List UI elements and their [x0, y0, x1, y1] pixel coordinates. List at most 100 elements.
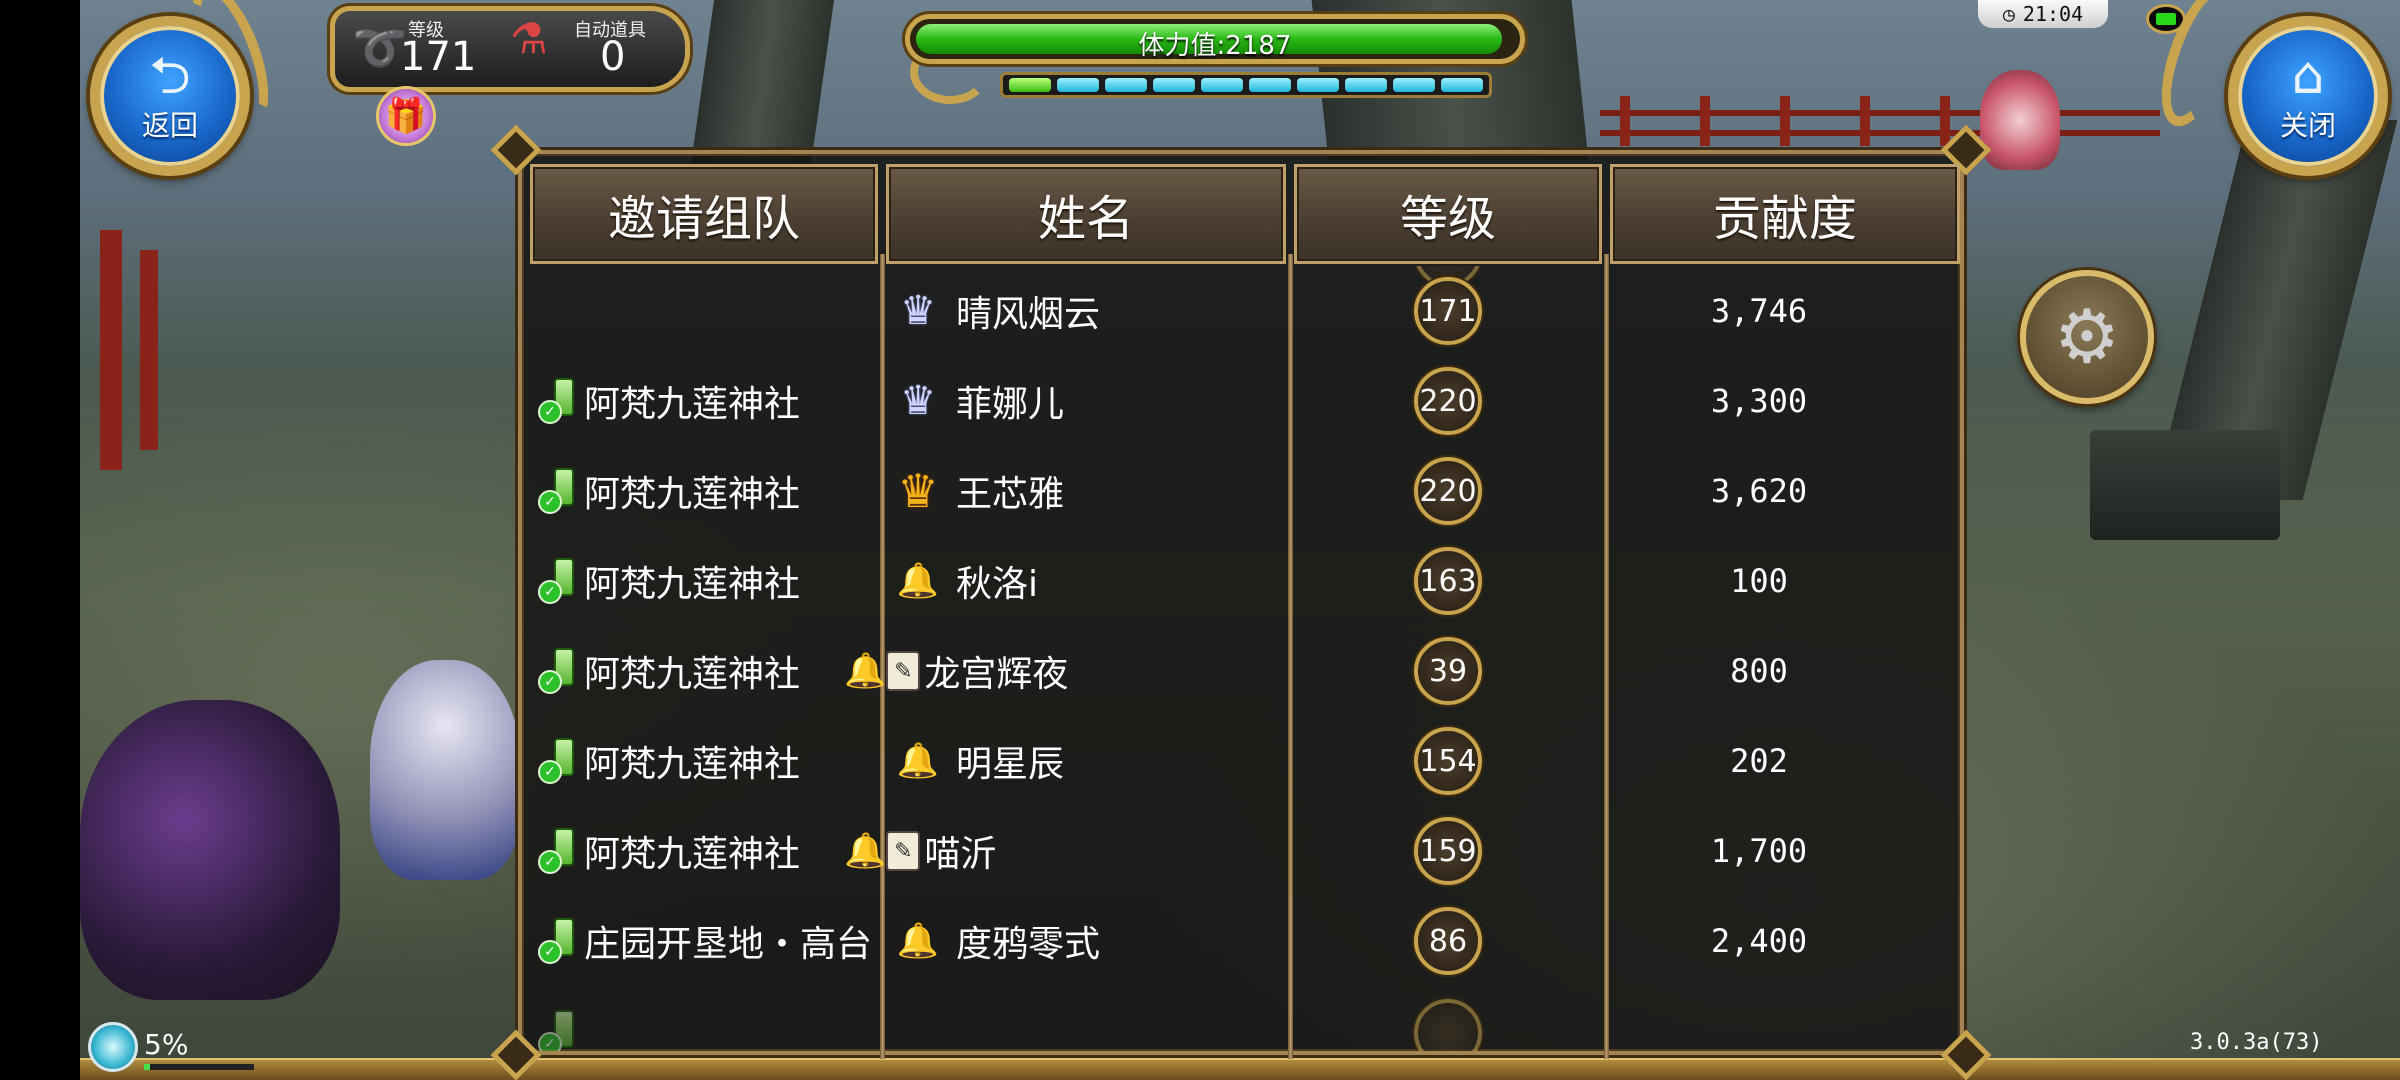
table-row[interactable]: ✓ 阿梵九莲神社 ♛ 菲娜儿 220 3,300 [522, 356, 1960, 446]
level-badge: 220 [1414, 457, 1482, 525]
level-badge: 163 [1414, 547, 1482, 615]
member-name: 度鸦零式 [956, 924, 1101, 965]
member-name: 菲娜儿 [956, 384, 1065, 425]
contribution-cell: 3,300 [1710, 382, 1808, 420]
level-badge: 39 [1414, 637, 1482, 705]
gauge-segment [1441, 78, 1483, 92]
progress-fill [144, 1064, 150, 1070]
progress-percent: 5% [144, 1028, 189, 1061]
level-badge: 220 [1414, 367, 1482, 435]
gift-icon[interactable]: 🎁 [376, 86, 436, 146]
level-badge: 159 [1414, 817, 1482, 885]
memo-icon: ✎ [886, 831, 921, 871]
table-row[interactable]: ✓ 阿梵九莲神社 🔔 秋洛i 163 100 [522, 536, 1960, 626]
silver-crown-icon: ♛ [900, 288, 936, 334]
bottom-frame [80, 1058, 2400, 1080]
level-value: 171 [400, 34, 477, 80]
member-name: 龙宫辉夜 [924, 654, 1069, 695]
name-cell[interactable]: 🔔 秋洛i [888, 536, 1038, 626]
bell-icon: 🔔 [844, 831, 887, 871]
gauge-segment [1201, 78, 1243, 92]
member-list[interactable]: ♛ 晴风烟云 171 3,746 ✓ 阿梵九莲神社 ♛ 菲娜儿 220 3,30… [522, 266, 1960, 1051]
name-cell[interactable]: 🔔 ✎ 龙宫辉夜 [844, 626, 1068, 716]
clock-display: ◷ 21:04 [1978, 0, 2108, 28]
member-name: 喵沂 [924, 834, 997, 875]
level-cell: 171 [1414, 266, 1482, 356]
table-row[interactable]: ♛ 晴风烟云 171 3,746 [522, 266, 1960, 356]
team-name: 阿梵九莲神社 [584, 474, 801, 515]
gauge-segment [1297, 78, 1339, 92]
bell-icon: 🔔 [896, 741, 940, 781]
fence-rail [1600, 130, 2160, 136]
character-dark-mage[interactable] [80, 700, 340, 1000]
header-invite-team[interactable]: 邀请组队 [530, 164, 878, 264]
gauge-segment [1057, 78, 1099, 92]
level-cell: 86 [1414, 896, 1482, 986]
team-cell[interactable]: ✓ 阿梵九莲神社 [538, 806, 800, 896]
fence-post [1620, 96, 1630, 146]
character-small-pet[interactable] [1980, 70, 2060, 170]
close-button[interactable]: ⌂ 关闭 [2228, 16, 2388, 176]
header-level[interactable]: 等级 [1294, 164, 1602, 264]
team-cell[interactable]: ✓ 阿梵九莲神社 [538, 716, 800, 806]
character-white-hair[interactable] [370, 660, 520, 880]
header-contribution[interactable]: 贡献度 [1610, 164, 1960, 264]
table-header: 邀请组队 姓名 等级 贡献度 [522, 164, 1960, 264]
team-name: 阿梵九莲神社 [584, 834, 801, 875]
online-phone-icon: ✓ [538, 468, 578, 514]
team-cell[interactable]: ✓ 阿梵九莲神社 [538, 446, 800, 536]
stamina-text: 体力值:2187 [1138, 31, 1292, 61]
gauge-segment [1153, 78, 1195, 92]
table-row[interactable]: ✓ 庄园开垦地・高台 🔔 度鸦零式 86 2,400 [522, 896, 1960, 986]
fence-post [100, 230, 122, 470]
memo-icon: ✎ [886, 651, 921, 691]
contribution-cell: 100 [1730, 562, 1788, 600]
table-row[interactable]: ✓ 阿梵九莲神社 🔔 明星辰 154 202 [522, 716, 1960, 806]
table-row[interactable]: ✓ 阿梵九莲神社 🔔 ✎ 喵沂 159 1,700 [522, 806, 1960, 896]
member-name: 明星辰 [956, 744, 1065, 785]
team-name: 庄园开垦地・高台 [584, 924, 873, 965]
fence-post [1860, 96, 1870, 146]
level-cell: 220 [1414, 356, 1482, 446]
member-name: 秋洛i [956, 564, 1039, 605]
online-phone-icon: ✓ [538, 828, 578, 874]
stone-base [2090, 430, 2280, 540]
gauge-segment [1345, 78, 1387, 92]
online-phone-icon: ✓ [538, 558, 578, 604]
contribution-cell: 2,400 [1710, 922, 1808, 960]
clock-time: 21:04 [2022, 2, 2084, 26]
team-name: 阿梵九莲神社 [584, 744, 801, 785]
level-cell: 220 [1414, 446, 1482, 536]
team-cell[interactable]: ✓ 阿梵九莲神社 [538, 536, 800, 626]
header-name[interactable]: 姓名 [886, 164, 1286, 264]
level-cell: 39 [1414, 626, 1482, 716]
online-phone-icon: ✓ [538, 378, 578, 424]
name-cell[interactable]: 🔔 度鸦零式 [888, 896, 1100, 986]
level-cell: 163 [1414, 536, 1482, 626]
contribution-cell: 3,620 [1710, 472, 1808, 510]
name-cell[interactable]: ♛ 菲娜儿 [888, 356, 1064, 446]
bell-icon: 🔔 [896, 561, 940, 601]
home-icon: ⌂ [2291, 46, 2325, 106]
gold-crown-icon: ♛ [897, 464, 939, 518]
version-label: 3.0.3a(73) [2190, 1030, 2323, 1055]
fence-post [1700, 96, 1710, 146]
potion-flask-icon[interactable]: ⚗ [510, 14, 548, 63]
name-cell[interactable]: 🔔 ✎ 喵沂 [844, 806, 996, 896]
name-cell[interactable]: ♛ 王芯雅 [888, 446, 1064, 536]
table-row[interactable]: ✓ 阿梵九莲神社 🔔 ✎ 龙宫辉夜 39 800 [522, 626, 1960, 716]
settings-button[interactable]: ⚙ [2020, 270, 2154, 404]
level-badge [1414, 999, 1482, 1051]
gauge-segment [1393, 78, 1435, 92]
name-cell[interactable]: 🔔 明星辰 [888, 716, 1064, 806]
name-cell[interactable]: ♛ 晴风烟云 [888, 266, 1100, 356]
back-button[interactable]: ⮌ 返回 [90, 16, 250, 176]
back-button-label: 返回 [141, 109, 198, 142]
online-phone-icon: ✓ [538, 1010, 578, 1051]
team-cell[interactable]: ✓ 阿梵九莲神社 [538, 356, 800, 446]
team-cell[interactable]: ✓ 阿梵九莲神社 [538, 626, 800, 716]
back-arrow-icon: ⮌ [149, 46, 191, 106]
stamina-bar: 体力值:2187 [905, 14, 1525, 64]
table-row[interactable]: ✓ 阿梵九莲神社 ♛ 王芯雅 220 3,620 [522, 446, 1960, 536]
team-cell[interactable]: ✓ 庄园开垦地・高台 [538, 896, 872, 986]
